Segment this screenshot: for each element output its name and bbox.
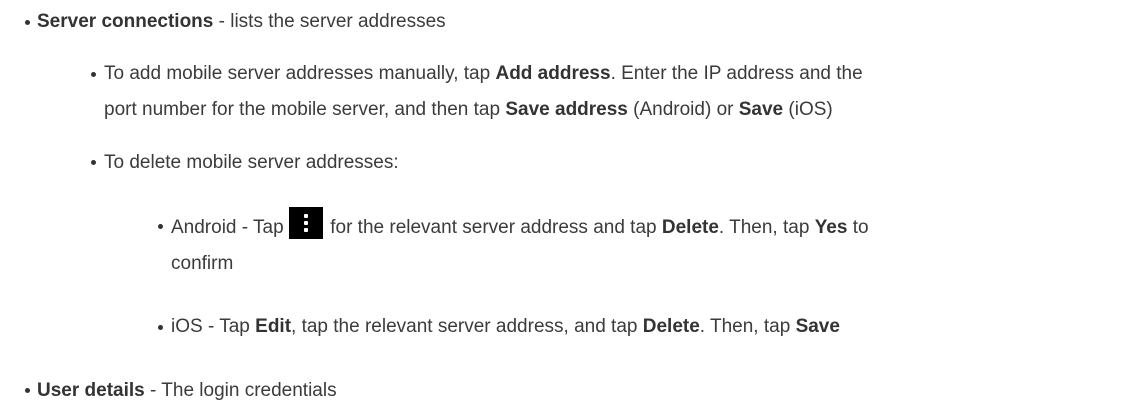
text-span: , tap the relevant server address, and t… bbox=[291, 316, 643, 337]
item-title: Server connections bbox=[37, 11, 214, 32]
item-description: - The login credentials bbox=[144, 380, 337, 401]
yes-label: Yes bbox=[814, 217, 848, 238]
bullet bbox=[91, 72, 96, 77]
list-item-add-address: To add mobile server addresses manually,… bbox=[104, 56, 863, 128]
delete-label: Delete bbox=[642, 316, 700, 337]
text-span: for the relevant server address and tap bbox=[324, 217, 662, 238]
list-item-server-connections: Server connections - lists the server ad… bbox=[37, 4, 446, 39]
bullet bbox=[158, 325, 163, 330]
save-label: Save bbox=[738, 99, 784, 120]
list-item-android: Android - Tap for the relevant server ad… bbox=[171, 207, 869, 282]
bullet bbox=[25, 388, 30, 393]
text-span: port number for the mobile server, and t… bbox=[104, 99, 506, 120]
text-span: . Enter the IP address and the bbox=[610, 63, 863, 84]
text-span: (Android) or bbox=[627, 99, 739, 120]
bullet bbox=[25, 20, 30, 25]
more-vert-icon bbox=[288, 207, 323, 239]
text-span: . Then, tap bbox=[718, 217, 815, 238]
text-span: iOS - Tap bbox=[171, 316, 256, 337]
item-title: User details bbox=[37, 380, 145, 401]
list-item-delete: To delete mobile server addresses: bbox=[104, 145, 399, 180]
text-span: confirm bbox=[171, 253, 234, 274]
save-label: Save bbox=[795, 316, 840, 337]
text-span: (iOS) bbox=[783, 99, 833, 120]
text-span: to bbox=[847, 217, 869, 238]
edit-label: Edit bbox=[255, 316, 292, 337]
text-span: To delete mobile server addresses: bbox=[104, 152, 399, 173]
text-span: To add mobile server addresses manually,… bbox=[104, 63, 496, 84]
text-span: Android - Tap bbox=[171, 217, 289, 238]
bullet bbox=[158, 224, 163, 229]
save-address-label: Save address bbox=[505, 99, 628, 120]
bullet bbox=[91, 160, 96, 165]
text-span: . Then, tap bbox=[699, 316, 796, 337]
item-description: - lists the server addresses bbox=[213, 11, 446, 32]
add-address-label: Add address bbox=[495, 63, 611, 84]
delete-label: Delete bbox=[661, 217, 719, 238]
list-item-ios: iOS - Tap Edit, tap the relevant server … bbox=[171, 309, 840, 344]
list-item-user-details: User details - The login credentials bbox=[37, 373, 337, 408]
